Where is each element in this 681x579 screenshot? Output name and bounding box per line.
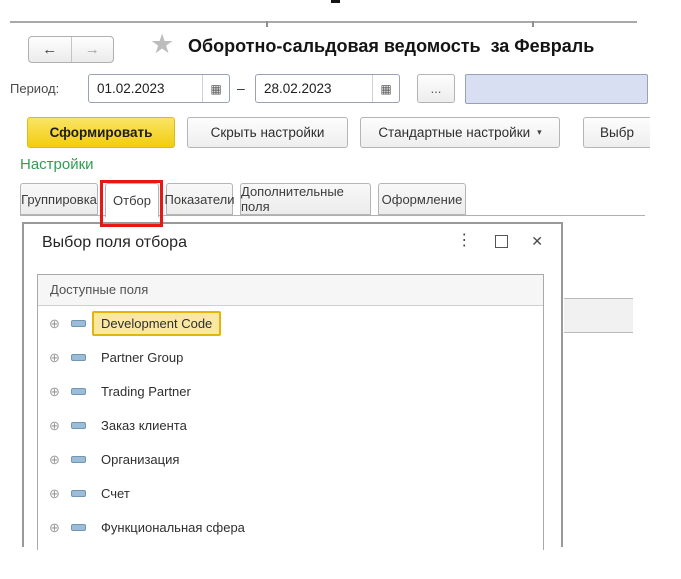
period-from-field[interactable]: 01.02.2023 ▦ (88, 74, 230, 103)
maximize-icon[interactable] (495, 235, 508, 248)
tab-label: Оформление (382, 192, 463, 207)
divider-tick (266, 21, 268, 27)
period-to-value[interactable]: 28.02.2023 (256, 81, 372, 96)
period-to-field[interactable]: 28.02.2023 ▦ (255, 74, 400, 103)
tab-label: Показатели (165, 192, 235, 207)
field-label[interactable]: Partner Group (92, 345, 192, 370)
hide-settings-button[interactable]: Скрыть настройки (187, 117, 348, 148)
forward-button[interactable]: → (71, 37, 114, 62)
field-label[interactable]: Функциональная сфера (92, 515, 254, 540)
app-window: ← → ★ Оборотно-сальдовая ведомость за Фе… (0, 0, 681, 579)
tree-row-customer-order[interactable]: ⊕ Заказ клиента (38, 408, 543, 442)
page-title: Оборотно-сальдовая ведомость за Февраль (188, 36, 594, 57)
account-filter-input[interactable] (465, 74, 648, 104)
settings-section-label: Настройки (20, 156, 94, 173)
field-select-dialog: Выбор поля отбора ⋮ ✕ Доступные поля ⊕ D… (22, 222, 563, 547)
field-label[interactable]: Trading Partner (92, 379, 200, 404)
tree-row-partner-group[interactable]: ⊕ Partner Group (38, 340, 543, 374)
tree-row-trading-partner[interactable]: ⊕ Trading Partner (38, 374, 543, 408)
field-icon (71, 320, 86, 327)
field-label[interactable]: Development Code (92, 311, 221, 336)
settings-tabbar: Группировка Отбор Показатели Дополнитель… (20, 183, 466, 217)
calendar-icon[interactable]: ▦ (372, 75, 399, 102)
expand-icon[interactable]: ⊕ (49, 521, 63, 534)
standard-settings-label: Стандартные настройки (378, 125, 530, 140)
period-more-button[interactable]: ... (417, 74, 455, 103)
period-separator: – (237, 80, 245, 96)
tree-column-header: Доступные поля (38, 275, 543, 306)
field-label[interactable]: Организация (92, 447, 188, 472)
back-button[interactable]: ← (29, 37, 71, 62)
calendar-icon[interactable]: ▦ (202, 75, 229, 102)
period-from-value[interactable]: 01.02.2023 (89, 81, 202, 96)
back-icon: ← (42, 41, 57, 58)
tab-label: Дополнительные поля (241, 184, 370, 214)
field-icon (71, 490, 86, 497)
tab-label: Группировка (21, 192, 97, 207)
menu-dots-icon[interactable]: ⋮ (456, 233, 472, 249)
expand-icon[interactable]: ⊕ (49, 317, 63, 330)
expand-icon[interactable]: ⊕ (49, 453, 63, 466)
annotation-highlight-box (100, 180, 163, 227)
dialog-controls: ⋮ ✕ (456, 233, 543, 249)
top-divider (10, 21, 637, 23)
standard-settings-button[interactable]: Стандартные настройки ▾ (360, 117, 560, 148)
background-table-header (564, 298, 633, 333)
field-icon (71, 422, 86, 429)
history-nav: ← → (28, 36, 114, 63)
tab-appearance[interactable]: Оформление (378, 183, 466, 215)
generate-button[interactable]: Сформировать (27, 117, 175, 148)
tab-indicators[interactable]: Показатели (166, 183, 233, 215)
close-icon[interactable]: ✕ (531, 234, 543, 248)
tree-row-organization[interactable]: ⊕ Организация (38, 442, 543, 476)
divider-tick (532, 21, 534, 27)
tree-row-functional-area[interactable]: ⊕ Функциональная сфера (38, 510, 543, 544)
forward-icon: → (85, 41, 100, 58)
field-icon (71, 456, 86, 463)
favorite-star-icon[interactable]: ★ (150, 31, 174, 58)
chevron-down-icon: ▾ (537, 127, 542, 138)
field-label[interactable]: Счет (92, 481, 139, 506)
tree-row-development-code[interactable]: ⊕ Development Code (38, 306, 543, 340)
field-icon (71, 388, 86, 395)
expand-icon[interactable]: ⊕ (49, 419, 63, 432)
tab-additional-fields[interactable]: Дополнительные поля (240, 183, 371, 215)
field-icon (71, 354, 86, 361)
period-label: Период: (10, 81, 59, 96)
field-icon (71, 524, 86, 531)
expand-icon[interactable]: ⊕ (49, 487, 63, 500)
expand-icon[interactable]: ⊕ (49, 385, 63, 398)
expand-icon[interactable]: ⊕ (49, 351, 63, 364)
dialog-title: Выбор поля отбора (42, 234, 187, 252)
available-fields-tree: Доступные поля ⊕ Development Code ⊕ Part… (37, 274, 544, 550)
tree-row-account[interactable]: ⊕ Счет (38, 476, 543, 510)
window-edge-artifact (331, 0, 340, 3)
tab-grouping[interactable]: Группировка (20, 183, 98, 215)
choose-button-cropped[interactable]: Выбр (583, 117, 650, 148)
field-label[interactable]: Заказ клиента (92, 413, 196, 438)
